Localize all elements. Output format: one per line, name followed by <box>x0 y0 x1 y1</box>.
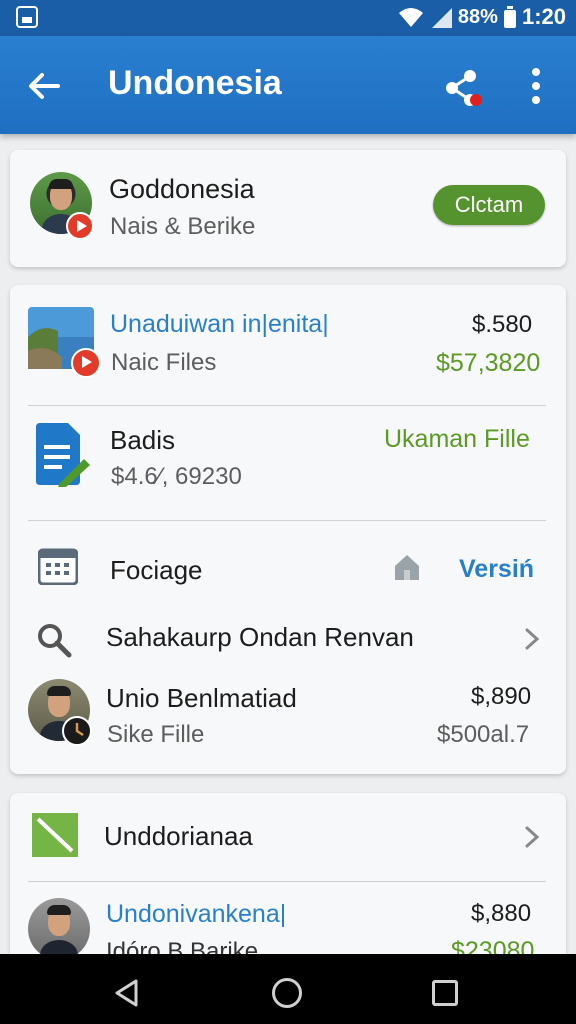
divider <box>28 405 546 406</box>
item-subtitle: Naic Files <box>111 349 217 376</box>
item-title: Undonivankena| <box>106 900 287 928</box>
item-status: Ukaman Fille <box>384 425 530 453</box>
play-badge-icon <box>71 348 101 378</box>
nav-back-icon[interactable] <box>112 978 142 1008</box>
status-indicators: 88% 1:20 <box>398 4 566 30</box>
item-title: Unio Benlmatiad <box>106 683 297 713</box>
chevron-right-icon <box>525 628 540 650</box>
item-amount: $500al.7 <box>437 721 530 748</box>
back-arrow-icon[interactable] <box>24 66 64 106</box>
chevron-right-icon <box>525 826 540 848</box>
house-icon <box>395 555 419 580</box>
status-bar: 88% 1:20 <box>0 0 576 36</box>
item-price: $.580 <box>472 311 533 338</box>
item-title: Sahakaurp Ondan Renvan <box>106 622 414 652</box>
list-card: Unaduiwan in|enita| Naic Files $.580 $57… <box>10 285 566 774</box>
item-title: Unddorianaa <box>104 821 253 851</box>
battery-percentage: 88% <box>457 5 498 28</box>
nav-recents-icon[interactable] <box>432 980 458 1006</box>
item-subtitle: $4.6⁄, 69230 <box>111 463 242 490</box>
user-avatar <box>28 898 90 960</box>
clock: 1:20 <box>521 4 566 29</box>
wifi-icon <box>398 8 423 27</box>
item-price: $,880 <box>471 900 532 927</box>
share-icon[interactable] <box>440 64 488 112</box>
page-title: Undonesia <box>108 64 282 102</box>
item-subtitle: Sike Fille <box>107 721 205 748</box>
more-options-icon[interactable] <box>522 66 550 106</box>
nav-home-icon[interactable] <box>272 978 302 1008</box>
profile-card[interactable]: Goddonesia Nais & Berike Clctam <box>10 150 566 267</box>
ruler-tool-icon <box>32 813 78 857</box>
profile-name: Goddonesia <box>109 174 255 204</box>
notification-app-icon <box>16 6 38 28</box>
signal-icon <box>431 8 452 28</box>
system-navigation-bar <box>0 954 576 1024</box>
app-bar: Undonesia <box>0 36 576 134</box>
item-title: Badis <box>110 425 176 455</box>
profile-subtitle: Nais & Berike <box>110 213 256 240</box>
claim-button[interactable]: Clctam <box>433 185 545 225</box>
item-title: Unaduiwan in|enita| <box>110 310 329 338</box>
calendar-icon <box>38 548 78 585</box>
clock-badge-icon <box>62 716 92 746</box>
search-icon <box>38 624 72 658</box>
item-title: Fociage <box>110 555 203 585</box>
divider <box>28 881 546 882</box>
item-amount: $57,3820 <box>436 349 541 377</box>
item-price: $,890 <box>471 683 532 710</box>
version-link[interactable]: Versiń <box>459 555 534 584</box>
bottom-card: Unddorianaa Undonivankena| Idóro B Barik… <box>10 793 566 973</box>
divider <box>28 520 546 521</box>
battery-icon <box>503 6 516 28</box>
document-edit-icon <box>36 423 90 487</box>
play-badge-icon <box>66 212 94 240</box>
